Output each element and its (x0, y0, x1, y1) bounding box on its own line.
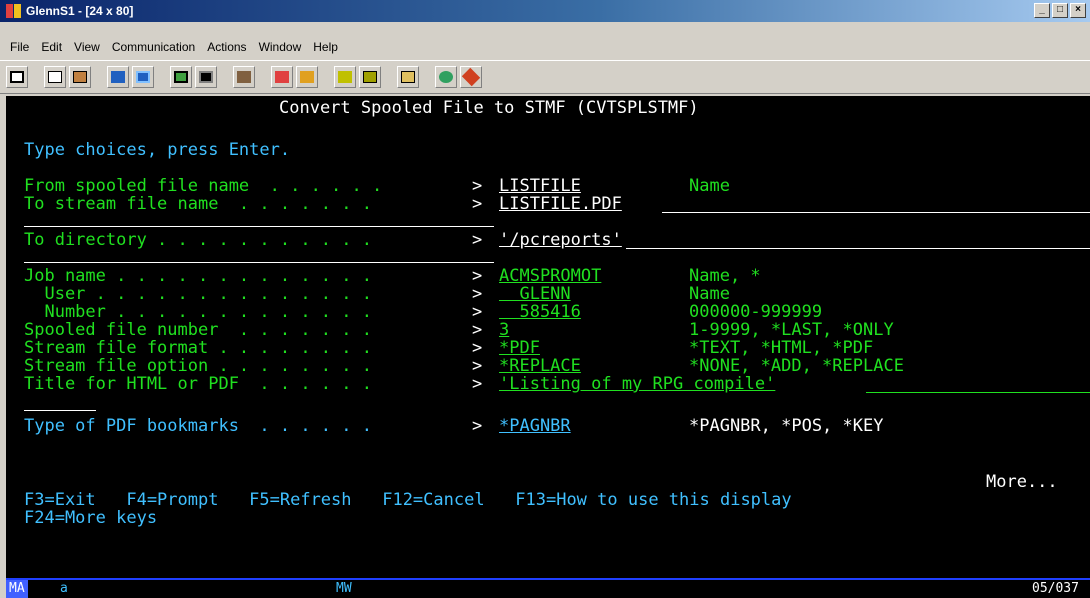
menu-window[interactable]: Window (253, 40, 308, 54)
screen-icon[interactable] (170, 66, 192, 88)
prompt-marker: > (472, 416, 483, 436)
from-spooled-file-input[interactable]: LISTFILE (499, 176, 634, 196)
field-hint: *NONE, *ADD, *REPLACE (689, 356, 904, 376)
prompt-marker: > (472, 266, 483, 286)
menu-help[interactable]: Help (307, 40, 344, 54)
paste-icon[interactable] (69, 66, 91, 88)
separator-line (24, 262, 494, 263)
oia-mw: MW (336, 581, 352, 596)
window-title: GlennS1 - [24 x 80] (26, 4, 134, 18)
job-name-input[interactable]: ACMSPROMOT (499, 266, 611, 286)
display-icon[interactable] (6, 66, 28, 88)
spooled-file-number-input[interactable]: 3 (499, 320, 553, 340)
stream-file-option-input[interactable]: *REPLACE (499, 356, 611, 376)
transfer-alt-icon[interactable] (359, 66, 381, 88)
screen-heading: Convert Spooled File to STMF (CVTSPLSTMF… (279, 98, 699, 118)
separator-line (24, 410, 96, 411)
user-input[interactable]: GLENN (499, 284, 611, 304)
field-label: Stream file option . . . . . . . . (24, 356, 372, 376)
send-icon[interactable] (107, 66, 129, 88)
transfer-icon[interactable] (334, 66, 356, 88)
oia-a: a (60, 581, 68, 596)
field-label: Spooled file number . . . . . . . (24, 320, 372, 340)
input-underline (662, 212, 1090, 213)
menu-view[interactable]: View (68, 40, 106, 54)
menu-actions[interactable]: Actions (201, 40, 252, 54)
function-keys-line-2[interactable]: F24=More keys (24, 508, 157, 528)
field-label: To directory . . . . . . . . . . . (24, 230, 372, 250)
pdf-bookmarks-input[interactable]: *PAGNBR (499, 416, 594, 436)
close-button[interactable]: × (1070, 3, 1086, 18)
prompt-marker: > (472, 338, 483, 358)
field-label: Stream file format . . . . . . . . (24, 338, 372, 358)
play-icon[interactable] (296, 66, 318, 88)
prompt-marker: > (472, 302, 483, 322)
field-hint: Name, * (689, 266, 761, 286)
edit-icon[interactable] (460, 66, 482, 88)
menu-file[interactable]: File (4, 40, 35, 54)
record-icon[interactable] (271, 66, 293, 88)
field-label: Number . . . . . . . . . . . . . (24, 302, 372, 322)
field-label: Job name . . . . . . . . . . . . . (24, 266, 372, 286)
toolbar (0, 60, 1090, 94)
separator-line (24, 226, 494, 227)
operator-info-area: MA a MW 05/037 (6, 578, 1090, 598)
title-input[interactable]: 'Listing of my RPG compile' (499, 374, 775, 394)
more-indicator: More... (986, 472, 1058, 492)
field-label: Type of PDF bookmarks . . . . . . (24, 416, 372, 436)
prompt-marker: > (472, 356, 483, 376)
field-label: User . . . . . . . . . . . . . . (24, 284, 372, 304)
to-stream-file-input[interactable]: LISTFILE.PDF (499, 194, 622, 214)
receive-icon[interactable] (132, 66, 154, 88)
menu-bar: File Edit View Communication Actions Win… (0, 36, 1090, 58)
copy-icon[interactable] (44, 66, 66, 88)
prompt-marker: > (472, 284, 483, 304)
minimize-button[interactable]: _ (1034, 3, 1050, 18)
to-directory-input[interactable]: '/pcreports' (499, 230, 622, 250)
field-hint: 1-9999, *LAST, *ONLY (689, 320, 894, 340)
title-bar: GlennS1 - [24 x 80] _ □ × (0, 0, 1090, 22)
maximize-button[interactable]: □ (1052, 3, 1068, 18)
field-hint: Name (689, 284, 730, 304)
macro-icon[interactable] (233, 66, 255, 88)
stream-file-format-input[interactable]: *PDF (499, 338, 571, 358)
prompt-marker: > (472, 320, 483, 340)
field-hint: Name (689, 176, 730, 196)
menu-communication[interactable]: Communication (106, 40, 201, 54)
function-keys-line-1[interactable]: F3=Exit F4=Prompt F5=Refresh F12=Cancel … (24, 490, 792, 510)
app-icon[interactable] (6, 4, 22, 18)
prompt-marker: > (472, 374, 483, 394)
color-icon[interactable] (435, 66, 457, 88)
screen-alt-icon[interactable] (195, 66, 217, 88)
instruction-text: Type choices, press Enter. (24, 140, 291, 160)
field-hint: 000000-999999 (689, 302, 823, 322)
field-label: To stream file name . . . . . . . (24, 194, 372, 214)
field-hint: *PAGNBR, *POS, *KEY (689, 416, 884, 436)
prompt-marker: > (472, 230, 483, 250)
mode-indicator: MA (6, 580, 28, 598)
input-underline (626, 248, 1090, 249)
terminal-screen[interactable]: Convert Spooled File to STMF (CVTSPLSTMF… (6, 96, 1090, 578)
field-label: Title for HTML or PDF . . . . . . (24, 374, 372, 394)
field-hint: *TEXT, *HTML, *PDF (689, 338, 874, 358)
prompt-marker: > (472, 194, 483, 214)
field-label: From spooled file name . . . . . . (24, 176, 383, 196)
clipboard-icon[interactable] (397, 66, 419, 88)
input-underline (866, 392, 1090, 393)
prompt-marker: > (472, 176, 483, 196)
number-input[interactable]: 585416 (499, 302, 611, 322)
menu-edit[interactable]: Edit (35, 40, 68, 54)
cursor-position: 05/037 (1032, 581, 1079, 596)
